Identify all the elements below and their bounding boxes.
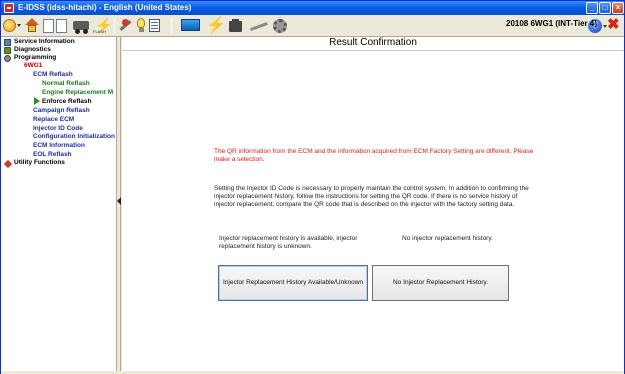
programming-icon [4, 55, 11, 62]
nav-item-utility-functions[interactable]: Utility Functions [14, 159, 65, 167]
page-icon [43, 19, 54, 33]
nav-item-normal-reflash[interactable]: Normal Reflash [42, 80, 90, 88]
no-history-button[interactable]: No Injector Replacement History. [372, 265, 509, 301]
monitor-icon [181, 19, 200, 31]
doc-line [151, 28, 158, 29]
tools-button[interactable] [117, 18, 133, 34]
utility-icon [3, 159, 13, 169]
nav-item-replace-ecm[interactable]: Replace ECM [33, 116, 74, 124]
toolbar-separator [171, 18, 172, 34]
page-icon [56, 19, 67, 33]
wrench-head [122, 19, 129, 26]
home-icon-base [28, 25, 36, 32]
ids-menu-button[interactable] [3, 18, 21, 34]
nav-item-engine-replacement[interactable]: Engine Replacement M [42, 89, 113, 97]
title-divider [122, 50, 624, 51]
nav-item-enforce-reflash[interactable]: Enforce Reflash [42, 98, 92, 106]
option1-description: Injector replacement history is availabl… [219, 235, 358, 250]
selected-arrow-icon [34, 97, 40, 105]
minimize-button[interactable]: _ [586, 2, 598, 14]
tips-button[interactable] [135, 18, 147, 34]
pages-button[interactable] [43, 18, 69, 34]
close-button[interactable]: × [612, 2, 624, 14]
nav-item-diagnostics[interactable]: Diagnostics [14, 46, 51, 54]
document-button[interactable] [149, 18, 162, 34]
maximize-button[interactable]: □ [599, 2, 611, 14]
collapse-arrow-icon[interactable] [117, 197, 121, 205]
app-window: E-IDSS (idss-hitachi) - English (United … [0, 0, 625, 374]
exit-icon: ✖ [607, 16, 620, 33]
home-icon [25, 18, 39, 25]
truck-wheel [83, 29, 88, 34]
nav-item-ecm-information[interactable]: ECM Information [33, 142, 85, 150]
battery-button[interactable] [229, 18, 243, 34]
monitor-button[interactable] [181, 18, 201, 34]
option2-description: No injector replacement history. [402, 235, 493, 242]
nav-item-programming[interactable]: Programming [14, 54, 56, 62]
cable-button[interactable] [249, 18, 269, 34]
battery-icon [229, 21, 242, 32]
app-icon [4, 3, 14, 13]
main-panel: Result Confirmation The QR information f… [122, 37, 624, 373]
dropdown-arrow-icon [17, 24, 21, 27]
nav-item-eol-reflash[interactable]: EOL Reflash [33, 151, 72, 159]
pane-splitter[interactable] [117, 37, 121, 373]
gear-icon [273, 19, 287, 33]
power-button[interactable]: ⚡ [206, 17, 226, 34]
vehicle-info: 20108 6WG1 (INT-Tier 4) [506, 19, 597, 28]
history-available-button[interactable]: Injector Replacement History Available/U… [218, 265, 368, 301]
lightning-icon: ⚡ [206, 17, 226, 34]
toolbar-separator [114, 18, 115, 34]
truck-wheel [75, 29, 80, 34]
flash-button[interactable]: ⚡ FLASH [93, 18, 113, 34]
nav-item-ecm-reflash[interactable]: ECM Reflash [33, 71, 73, 79]
doc-line [151, 22, 158, 23]
title-bar[interactable]: E-IDSS (idss-hitachi) - English (United … [1, 1, 624, 15]
service-info-icon [4, 39, 11, 46]
nav-item-campaign-reflash[interactable]: Campaign Reflash [33, 107, 90, 115]
warning-message: The QR information from the ECM and the … [214, 148, 534, 163]
vehicle-button[interactable] [73, 18, 91, 34]
lightbulb-icon [137, 18, 145, 28]
nav-item-service-information[interactable]: Service Information [14, 38, 75, 46]
doc-line [151, 25, 158, 26]
flash-label: FLASH [93, 29, 106, 34]
instruction-text: Setting the Injector ID Code is necessar… [214, 185, 529, 208]
cable-icon [250, 22, 268, 31]
page-title: Result Confirmation [329, 37, 417, 48]
nav-item-injector-id-code[interactable]: Injector ID Code [33, 125, 83, 133]
nav-item-6wg1[interactable]: 6WG1 [24, 62, 42, 70]
window-title: E-IDSS (idss-hitachi) - English (United … [18, 3, 192, 12]
exit-button[interactable]: ✖ [607, 16, 621, 34]
home-button[interactable] [25, 18, 39, 34]
navigation-tree: Service Information Diagnostics Programm… [1, 37, 117, 373]
nav-item-configuration-initialization[interactable]: Configuration Initialization [33, 133, 115, 141]
diagnostics-icon [4, 47, 11, 54]
settings-button[interactable] [273, 18, 289, 34]
lightbulb-base [139, 28, 144, 32]
ids-logo-icon [3, 19, 16, 32]
